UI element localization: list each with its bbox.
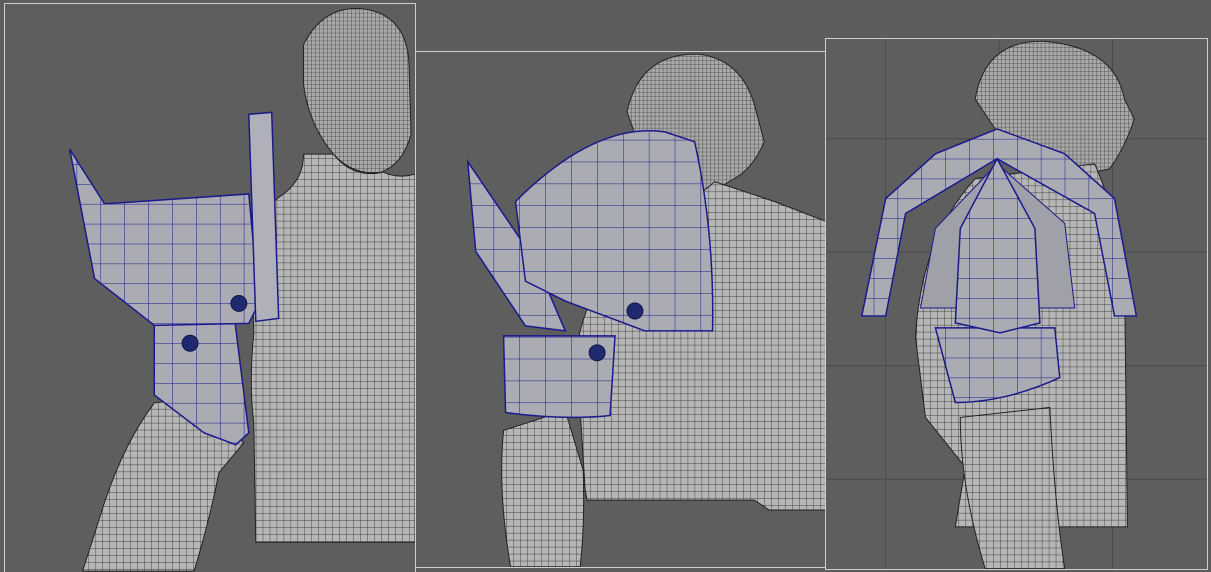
viewport-three-quarter[interactable] <box>415 51 827 568</box>
arm-mesh <box>501 409 585 567</box>
armor-rivet <box>626 302 644 320</box>
side-view-render <box>826 39 1207 569</box>
armor-rivet <box>230 294 248 312</box>
armor-pauldron <box>68 148 260 327</box>
front-view-render <box>68 8 415 572</box>
torso-mesh <box>250 153 415 543</box>
arm-mesh <box>959 406 1066 569</box>
armor-rivet <box>588 344 606 362</box>
viewport-side[interactable] <box>825 38 1208 570</box>
viewport-front[interactable] <box>4 3 416 572</box>
three-quarter-view-render <box>466 53 826 567</box>
armor-rivet <box>181 334 199 352</box>
head-mesh <box>303 8 412 174</box>
